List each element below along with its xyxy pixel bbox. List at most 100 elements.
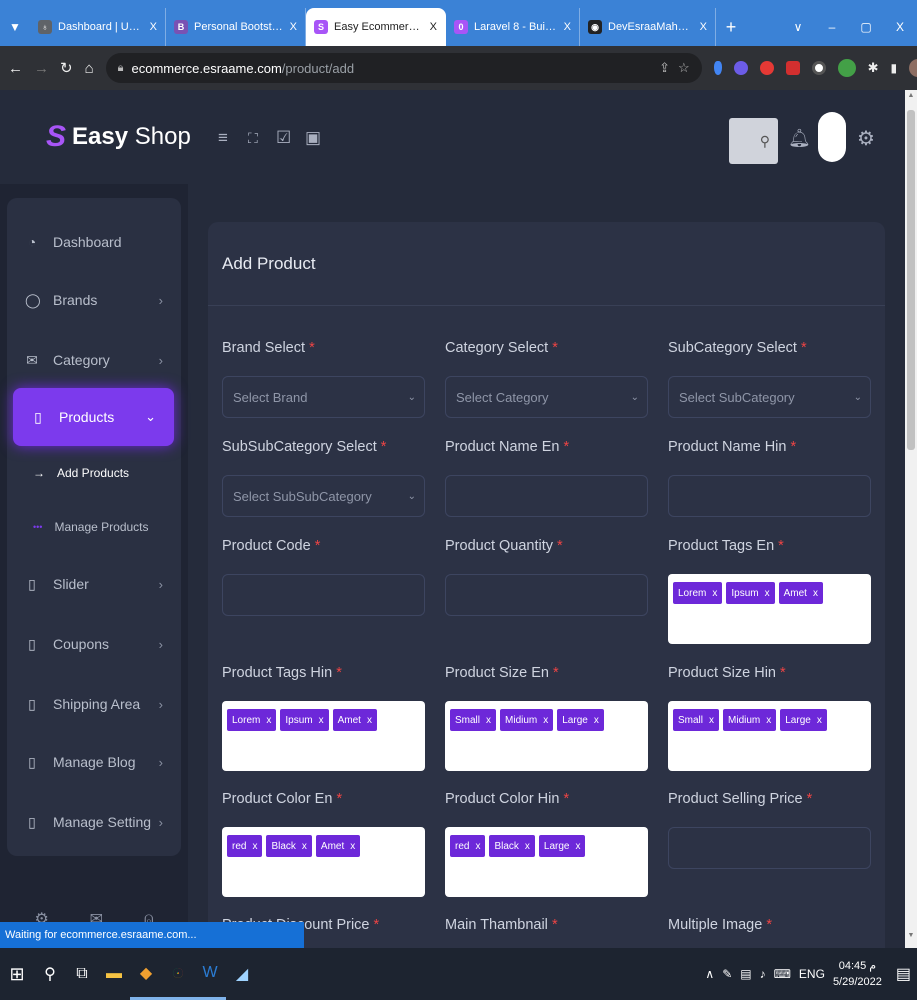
sidebar-item-products[interactable]: ▯ Products ⌄: [13, 388, 174, 446]
tags_en-tags-input[interactable]: Lorem x Ipsum x Amet x: [668, 574, 871, 644]
keyboard-icon[interactable]: ⌨: [774, 967, 791, 981]
tag-remove-icon[interactable]: x: [813, 588, 818, 599]
scroll-up-arrow[interactable]: ▲: [905, 92, 917, 99]
tab-close-icon[interactable]: X: [700, 21, 707, 33]
category-select[interactable]: Select Category ⌄: [445, 376, 648, 418]
extension-red-icon[interactable]: [759, 61, 774, 75]
notification-bell-icon[interactable]: 🔔︎: [788, 128, 811, 149]
fullscreen-icon[interactable]: ⛶: [248, 130, 258, 147]
speaker-icon[interactable]: ♪: [760, 967, 766, 981]
color_en-tags-input[interactable]: red x Black x Amet x: [222, 827, 425, 897]
restore-button[interactable]: ▢: [849, 20, 883, 34]
tray-chevron-icon[interactable]: ∧: [705, 967, 714, 981]
tab-close-icon[interactable]: X: [290, 21, 297, 33]
word-icon[interactable]: W: [194, 948, 226, 1000]
browser-tab[interactable]: B Personal Bootstrap Templat X: [166, 8, 306, 46]
submenu-manage-products[interactable]: ••• Manage Products: [33, 520, 149, 534]
quantity-input[interactable]: [445, 574, 648, 616]
subsubcategory-select[interactable]: Select SubSubCategory ⌄: [222, 475, 425, 517]
browser-tab[interactable]: ◉ DevEsraaMahmoud/Ecomm X: [580, 8, 716, 46]
close-window-button[interactable]: X: [883, 20, 917, 34]
back-icon[interactable]: ←: [8, 60, 23, 77]
scrollbar-thumb[interactable]: [907, 110, 915, 450]
share-icon[interactable]: ⇪: [659, 60, 670, 76]
tag-remove-icon[interactable]: x: [766, 715, 771, 726]
tag-remove-icon[interactable]: x: [765, 588, 770, 599]
name_en-input[interactable]: [445, 475, 648, 517]
name_hin-input[interactable]: [668, 475, 871, 517]
tag-remove-icon[interactable]: x: [266, 715, 271, 726]
logo[interactable]: S Easy Shop: [46, 120, 191, 154]
sidebar-item-slider[interactable]: ▯ Slider ›: [7, 564, 181, 604]
bookmark-star-icon[interactable]: ☆: [678, 60, 690, 76]
checklist-icon[interactable]: ☑: [276, 128, 291, 148]
menu-toggle-icon[interactable]: ≡: [218, 128, 228, 148]
tag-remove-icon[interactable]: x: [486, 715, 491, 726]
size_en-tags-input[interactable]: Small x Midium x Large x: [445, 701, 648, 771]
sidebar-item-brands[interactable]: ◯ Brands ›: [7, 280, 181, 320]
profile-avatar[interactable]: [909, 59, 917, 77]
search-input[interactable]: ⚲: [729, 118, 778, 164]
tag-remove-icon[interactable]: x: [252, 841, 257, 852]
new-tab-button[interactable]: +: [716, 8, 746, 46]
task-view-icon[interactable]: ⧉: [66, 948, 98, 1000]
tag-remove-icon[interactable]: x: [302, 841, 307, 852]
tag-remove-icon[interactable]: x: [350, 841, 355, 852]
brand-select[interactable]: Select Brand ⌄: [222, 376, 425, 418]
extension-pin-icon[interactable]: [713, 61, 722, 75]
sidebar-item-manage-setting[interactable]: ▯ Manage Setting ›: [7, 802, 181, 842]
tab-close-icon[interactable]: X: [150, 21, 157, 33]
subcategory-select[interactable]: Select SubCategory ⌄: [668, 376, 871, 418]
color_hin-tags-input[interactable]: red x Black x Large x: [445, 827, 648, 897]
side-panel-icon[interactable]: ▮: [891, 61, 898, 75]
tag-remove-icon[interactable]: x: [709, 715, 714, 726]
tags_hin-tags-input[interactable]: Lorem x Ipsum x Amet x: [222, 701, 425, 771]
reload-icon[interactable]: ↻: [60, 59, 73, 77]
adblock-icon[interactable]: [785, 61, 800, 75]
network-icon[interactable]: ▤: [740, 967, 751, 981]
taskbar-search-icon[interactable]: ⚲: [34, 948, 66, 1000]
tab-close-icon[interactable]: X: [430, 21, 437, 33]
scroll-down-arrow[interactable]: ▼: [905, 932, 917, 939]
xampp-icon[interactable]: ◆: [130, 948, 162, 1000]
calendar-icon[interactable]: ▣: [305, 128, 321, 148]
tab-close-icon[interactable]: X: [564, 21, 571, 33]
sidebar-item-dashboard[interactable]: ◔ Dashboard: [7, 222, 181, 262]
extensions-puzzle-icon[interactable]: ✱: [868, 60, 879, 76]
browser-tab[interactable]: ♁ Dashboard | Upcube - Adm X: [30, 8, 166, 46]
home-icon[interactable]: ⌂: [85, 60, 94, 77]
code-input[interactable]: [222, 574, 425, 616]
minimize-button[interactable]: –: [815, 20, 849, 34]
extension-green-icon[interactable]: [837, 59, 856, 77]
chrome-icon[interactable]: [162, 948, 194, 1000]
browser-menu-icon[interactable]: ▼: [0, 8, 30, 46]
file-explorer-icon[interactable]: ▬: [98, 948, 130, 1000]
clock[interactable]: 04:45 م 5/29/2022: [833, 958, 882, 990]
app-pin-icon[interactable]: ◢: [226, 948, 258, 1000]
sidebar-item-manage-blog[interactable]: ▯ Manage Blog ›: [7, 742, 181, 782]
url-field[interactable]: 🔒︎ ecommerce.esraame.com/product/add ⇪ ☆: [105, 53, 702, 83]
tag-remove-icon[interactable]: x: [543, 715, 548, 726]
user-avatar[interactable]: [818, 112, 846, 162]
sidebar-item-coupons[interactable]: ▯ Coupons ›: [7, 624, 181, 664]
sidebar-item-category[interactable]: ✉ Category ›: [7, 340, 181, 380]
pen-icon[interactable]: ✎: [722, 967, 732, 981]
tag-remove-icon[interactable]: x: [594, 715, 599, 726]
tag-remove-icon[interactable]: x: [817, 715, 822, 726]
windows-start-icon[interactable]: ⊞: [0, 948, 34, 1000]
submenu-add-products[interactable]: → Add Products: [33, 466, 129, 480]
selling_price-input[interactable]: [668, 827, 871, 869]
extension-ring-icon[interactable]: [811, 61, 826, 75]
forward-icon[interactable]: →: [34, 60, 49, 77]
tag-remove-icon[interactable]: x: [525, 841, 530, 852]
settings-gear-icon[interactable]: ⚙: [857, 126, 875, 151]
tag-remove-icon[interactable]: x: [575, 841, 580, 852]
tag-remove-icon[interactable]: x: [475, 841, 480, 852]
browser-tab[interactable]: 0 Laravel 8 - Build Advance E X: [446, 8, 580, 46]
tag-remove-icon[interactable]: x: [712, 588, 717, 599]
language-indicator[interactable]: ENG: [799, 967, 825, 981]
tab-search-icon[interactable]: ∨: [781, 20, 815, 34]
extension-snowflake-icon[interactable]: [733, 61, 748, 75]
notification-center-icon[interactable]: ▤: [896, 964, 911, 984]
size_hin-tags-input[interactable]: Small x Midium x Large x: [668, 701, 871, 771]
